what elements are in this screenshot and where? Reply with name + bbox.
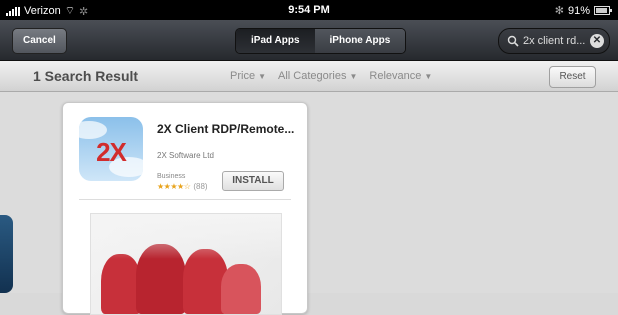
chevron-down-icon: ▼ [424,72,433,81]
category-filter[interactable]: All Categories ▼ [278,70,357,82]
chevron-down-icon: ▼ [258,72,266,81]
bluetooth-icon: ✻ [554,5,564,17]
rating-count: (88) [193,182,208,191]
app-category: Business [157,173,186,180]
price-filter[interactable]: Price ▼ [230,70,266,82]
search-icon [507,35,519,47]
device-segmented-control: iPad Apps iPhone Apps [235,28,407,54]
nav-bar: Cancel iPad Apps iPhone Apps 2x client r… [0,20,618,61]
search-result-count: 1 Search Result [33,68,139,84]
card-divider [79,199,291,200]
filter-bar: 1 Search Result Price ▼ All Categories ▼ R… [0,61,618,92]
chevron-down-icon: ▼ [349,72,358,81]
app-developer: 2X Software Ltd [157,151,214,160]
background-app-icon [0,215,13,293]
rating-stars: ★★★★☆ (88) [157,182,208,191]
app-screenshot[interactable] [90,213,282,315]
status-bar: Verizon ⌔ ✲ 9:54 PM ✻ 91% [0,0,618,20]
battery-icon [594,6,612,15]
battery-percent: 91% [567,4,590,17]
clear-search-icon[interactable]: ✕ [590,34,604,48]
status-right: ✻ 91% [554,4,612,17]
sort-filter[interactable]: Relevance ▼ [369,70,432,82]
app-logo: 2X [96,137,127,167]
tab-ipad-apps[interactable]: iPad Apps [236,29,315,53]
filter-group: Price ▼ All Categories ▼ Relevance ▼ [230,70,432,82]
reset-button[interactable]: Reset [549,66,596,88]
tab-iphone-apps[interactable]: iPhone Apps [314,29,406,53]
install-button[interactable]: INSTALL [222,171,284,191]
results-area: 2X 2X Client RDP/Remote... 2X Software L… [0,92,618,315]
app-card[interactable]: 2X 2X Client RDP/Remote... 2X Software L… [62,102,308,315]
app-icon[interactable]: 2X [79,117,143,181]
search-input[interactable]: 2x client rd... [523,35,590,47]
cancel-button[interactable]: Cancel [12,28,67,54]
status-time: 9:54 PM [288,4,330,16]
app-title[interactable]: 2X Client RDP/Remote... [157,123,297,136]
search-field[interactable]: 2x client rd... ✕ [498,28,610,54]
